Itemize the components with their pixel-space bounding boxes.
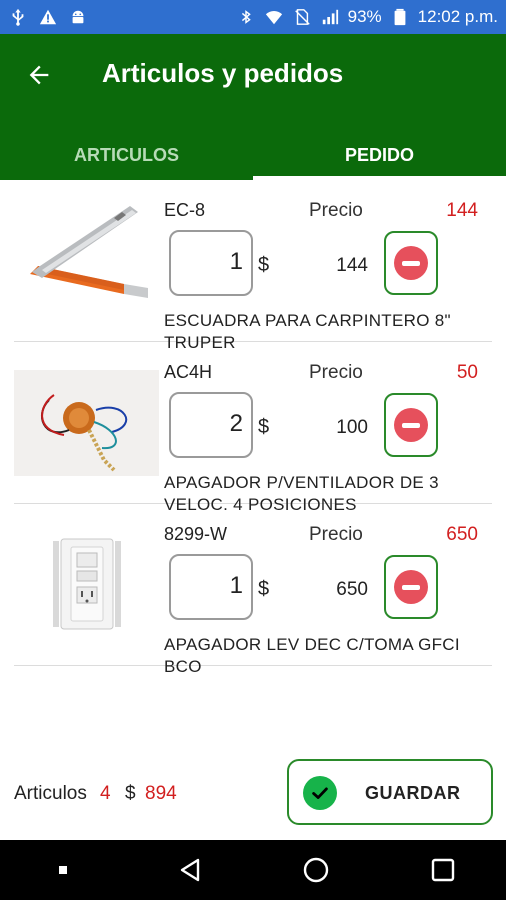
remove-item-button[interactable] (384, 231, 438, 295)
item-code: 8299-W (164, 524, 228, 544)
android-icon (68, 7, 88, 27)
remove-item-button[interactable] (384, 393, 438, 457)
circle-home-icon (304, 857, 329, 883)
tab-articulos[interactable]: ARTICULOS (0, 130, 253, 180)
price-label: Precio (309, 200, 363, 221)
remove-item-button[interactable] (384, 555, 438, 619)
list-item: AC4H Precio 50 2 $ 100 APAGADOR P/VENTIL… (14, 342, 492, 514)
articles-count: 4 (100, 783, 111, 804)
dot-icon (59, 866, 68, 874)
signal-icon (320, 7, 340, 27)
triangle-back-icon (180, 858, 199, 882)
price-label: Precio (309, 524, 363, 545)
warning-icon (38, 7, 58, 27)
clock: 12:02 p.m. (417, 7, 498, 26)
list-item: 8299-W Precio 650 1 $ 650 APAGADOR LEV D… (14, 504, 492, 676)
menu-dot-button[interactable] (38, 845, 88, 895)
list-item: EC-8 Precio 144 1 $ 144 ESCUADRA PARA CA… (14, 180, 492, 352)
item-description: APAGADOR LEV DEC C/TOMA GFCI BCO (164, 635, 460, 676)
tab-bar: ARTICULOS PEDIDO (0, 130, 506, 180)
gfci-outlet-image (14, 530, 159, 640)
quantity-input[interactable]: 1 (169, 554, 253, 620)
quantity-input[interactable]: 1 (169, 230, 253, 296)
order-summary: Articulos 4 $ 894 GUARDAR (0, 756, 506, 838)
order-list: EC-8 Precio 144 1 $ 144 ESCUADRA PARA CA… (0, 180, 506, 676)
articles-label: Articulos (14, 783, 87, 804)
recents-nav-button[interactable] (418, 845, 468, 895)
app-bar: Articulos y pedidos ARTICULOS PEDIDO (0, 34, 506, 180)
check-circle-icon (303, 776, 337, 810)
battery-icon (390, 7, 410, 27)
usb-icon (8, 7, 28, 27)
tab-pedido[interactable]: PEDIDO (253, 130, 506, 180)
back-nav-button[interactable] (165, 845, 215, 895)
bluetooth-icon (236, 7, 256, 27)
battery-percent: 93% (347, 7, 382, 26)
save-button[interactable]: GUARDAR (287, 759, 493, 825)
no-sim-icon (292, 7, 312, 27)
price-label: Precio (309, 362, 363, 383)
currency-symbol: $ (125, 783, 136, 804)
unit-price: 650 (446, 524, 478, 545)
currency-symbol: $ (258, 578, 270, 600)
item-code: EC-8 (164, 200, 206, 220)
currency-symbol: $ (258, 254, 270, 276)
minus-circle-icon (394, 408, 428, 442)
quantity-input[interactable]: 2 (169, 392, 253, 458)
home-nav-button[interactable] (291, 845, 341, 895)
minus-circle-icon (394, 246, 428, 280)
back-button[interactable] (22, 58, 56, 92)
item-subtotal: 100 (336, 417, 368, 438)
order-total: 894 (145, 783, 177, 804)
minus-circle-icon (394, 570, 428, 604)
carpenter-square-image (14, 206, 159, 316)
unit-price: 50 (456, 362, 478, 383)
item-code: AC4H (164, 362, 213, 382)
wifi-icon (264, 7, 284, 27)
save-button-label: GUARDAR (365, 783, 461, 803)
navigation-bar (0, 840, 506, 900)
fan-switch-image (14, 368, 159, 478)
page-title: Articulos y pedidos (102, 58, 344, 88)
currency-symbol: $ (258, 416, 270, 438)
status-bar: 93% 12:02 p.m. (0, 0, 506, 34)
unit-price: 144 (446, 200, 478, 221)
square-recents-icon (431, 858, 454, 882)
item-subtotal: 144 (336, 255, 368, 276)
arrow-left-icon (29, 65, 49, 85)
item-subtotal: 650 (336, 579, 368, 600)
